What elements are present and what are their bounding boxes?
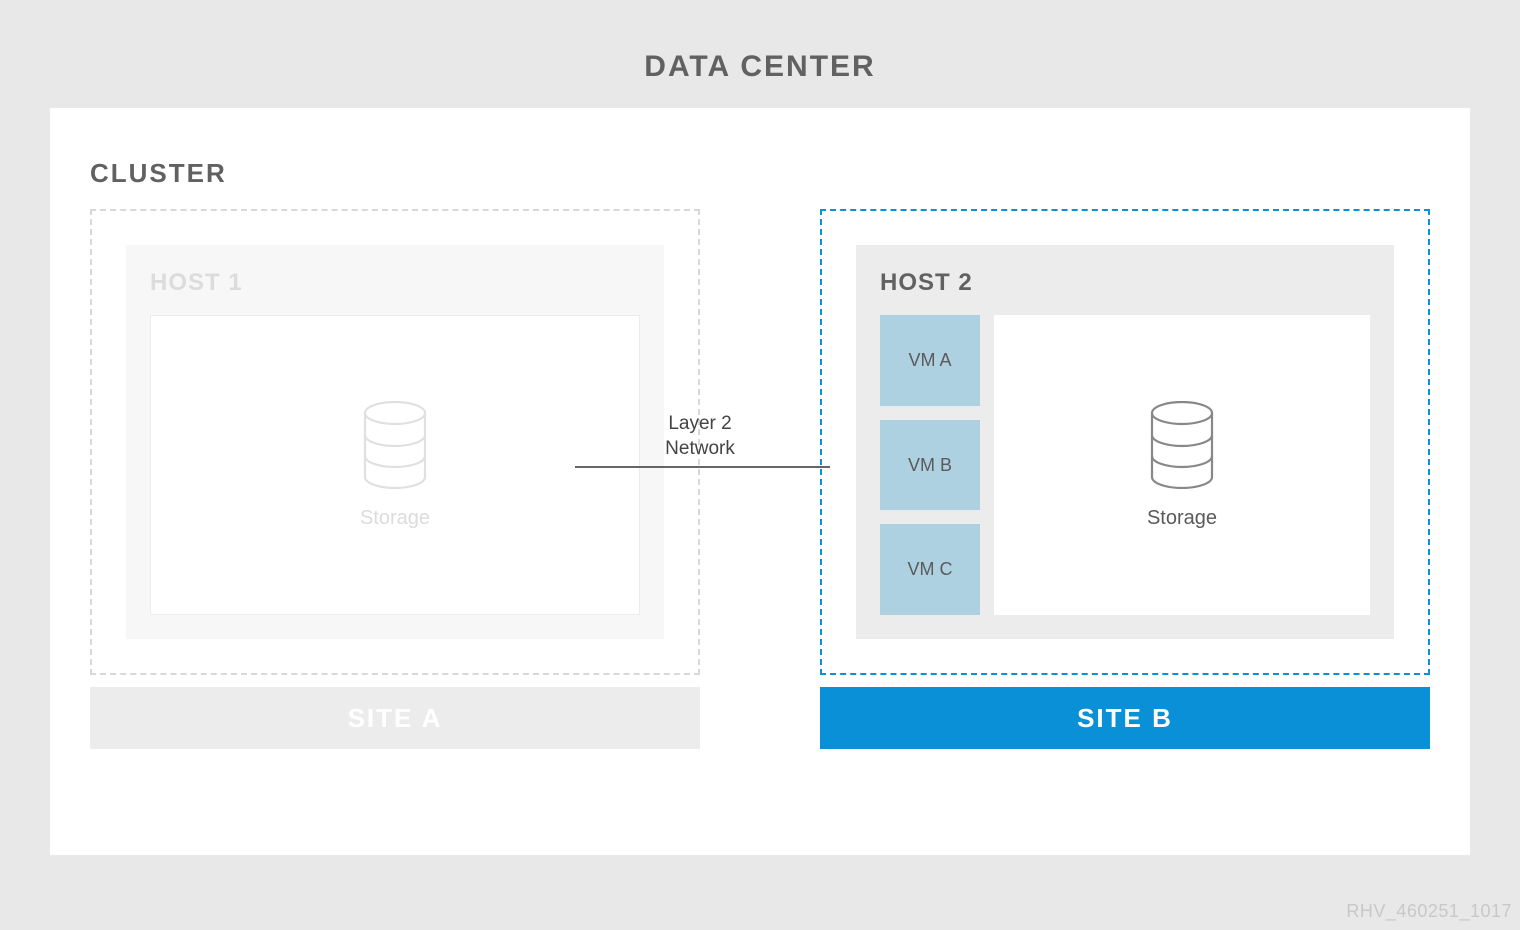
vm-b-tile: VM B: [880, 420, 980, 511]
site-a-footer: SITE A: [90, 687, 700, 749]
cluster-title: CLUSTER: [90, 158, 1430, 189]
cluster-container: CLUSTER HOST 1 Storage: [50, 108, 1470, 855]
host-1-storage-box: Storage: [150, 315, 640, 615]
host-1-title: HOST 1: [150, 269, 640, 297]
sites-row: HOST 1 Storage SIT: [90, 209, 1430, 749]
host-1-storage-label: Storage: [360, 507, 430, 530]
host-1-box: HOST 1 Storage: [126, 245, 664, 639]
layer2-connector-line: [575, 466, 830, 468]
vm-column: VM A VM B VM C: [880, 315, 980, 615]
site-a: HOST 1 Storage SIT: [90, 209, 700, 749]
site-b-footer: SITE B: [820, 687, 1430, 749]
vm-c-tile: VM C: [880, 524, 980, 615]
host-2-storage-label: Storage: [1147, 507, 1217, 530]
site-b-body: HOST 2 VM A VM B VM C: [820, 209, 1430, 675]
document-id: RHV_460251_1017: [1346, 901, 1512, 922]
host-2-storage-box: Storage: [994, 315, 1370, 615]
host-2-box: HOST 2 VM A VM B VM C: [856, 245, 1394, 639]
host-2-title: HOST 2: [880, 269, 1370, 297]
host-1-inner: Storage: [150, 315, 640, 615]
vm-a-tile: VM A: [880, 315, 980, 406]
site-b: HOST 2 VM A VM B VM C: [820, 209, 1430, 749]
layer2-connector-label: Layer 2 Network: [650, 412, 750, 461]
database-icon: [359, 401, 431, 489]
site-a-body: HOST 1 Storage: [90, 209, 700, 675]
data-center-title: DATA CENTER: [0, 50, 1520, 84]
host-2-inner: VM A VM B VM C Storage: [880, 315, 1370, 615]
database-icon: [1146, 401, 1218, 489]
